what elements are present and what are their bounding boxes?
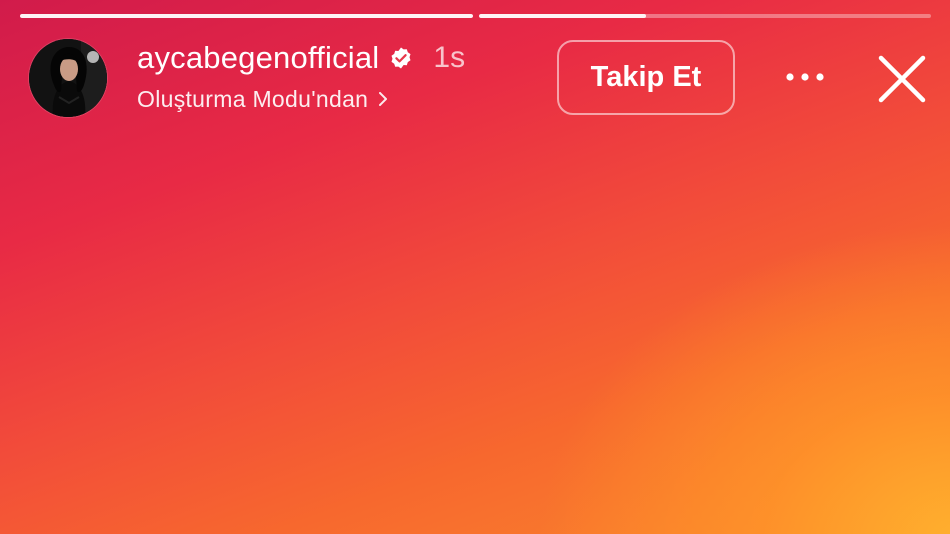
follow-button[interactable]: Takip Et (557, 40, 735, 115)
verified-badge-icon (389, 46, 413, 70)
progress-segment-fill (20, 14, 473, 18)
create-mode-link[interactable]: Oluşturma Modu'ndan (137, 84, 390, 114)
story-progress-bar (20, 14, 931, 18)
create-mode-label: Oluşturma Modu'ndan (137, 86, 369, 112)
more-options-button[interactable] (781, 60, 829, 94)
story-time: 1s (433, 41, 466, 74)
avatar-image (29, 39, 107, 117)
progress-segment (20, 14, 473, 18)
more-horizontal-icon (786, 73, 824, 81)
close-button[interactable] (876, 53, 928, 105)
close-icon (878, 55, 926, 103)
username-row: aycabegenofficial 1s (137, 38, 465, 78)
progress-segment (478, 14, 931, 18)
avatar[interactable] (29, 39, 107, 117)
story-viewer[interactable]: aycabegenofficial 1s Oluşturma Modu'ndan… (0, 0, 950, 534)
chevron-right-icon (376, 89, 390, 109)
username[interactable]: aycabegenofficial (137, 38, 379, 78)
progress-segment-fill (478, 14, 646, 18)
